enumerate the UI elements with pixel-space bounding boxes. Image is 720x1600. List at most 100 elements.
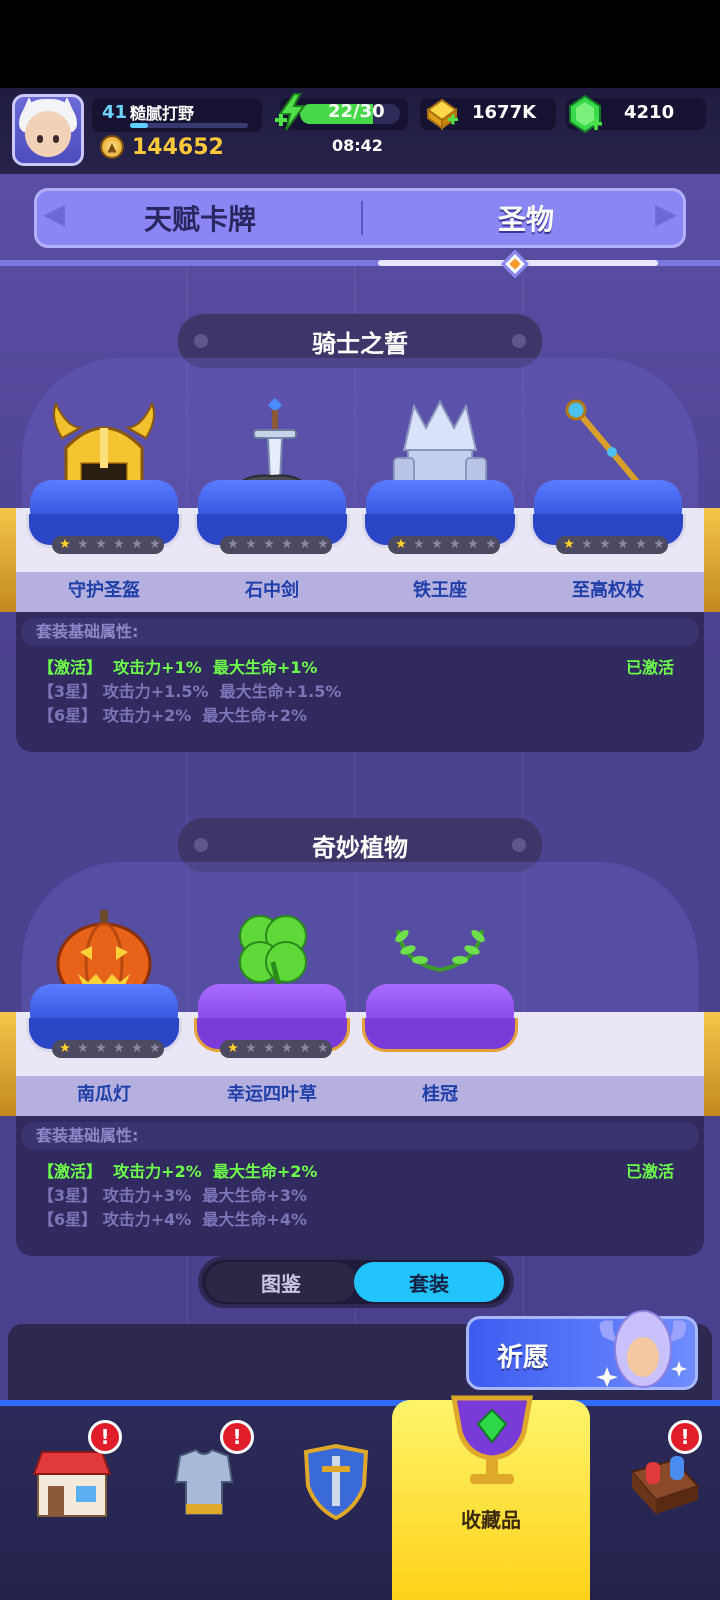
energy-value: 22/30 bbox=[328, 101, 385, 122]
blue-cushion: ★ ★ ★ ★ ★ ★ bbox=[194, 480, 350, 554]
tab-indicator-diamond bbox=[500, 249, 530, 279]
tab-talent-cards[interactable]: 天赋卡牌 bbox=[37, 191, 363, 245]
set-attributes-panel[interactable]: 套装基础属性: 【激活】 攻击力+2% 最大生命+2% 已激活 【3星】 攻击力… bbox=[16, 1116, 704, 1256]
shelf-edge bbox=[0, 508, 16, 612]
relic-name: 幸运四叶草 bbox=[227, 1084, 317, 1105]
power-value: 144652 bbox=[132, 134, 224, 160]
star-rating: ★ ★ ★ ★ ★ ★ bbox=[220, 536, 332, 554]
relic-collection-panel: ◀ ▶ 天赋卡牌 圣物 骑士之誓 ★ ★ ★ ★ ★ ★ 守护圣盔 ★ ★ ★ … bbox=[0, 174, 720, 1400]
star-icon: ★ bbox=[281, 537, 293, 552]
purple-cushion bbox=[362, 984, 518, 1056]
blue-cushion: ★ ★ ★ ★ ★ ★ bbox=[530, 480, 686, 554]
relic-name: 铁王座 bbox=[413, 580, 467, 601]
attribute-tag: 【激活】 bbox=[38, 658, 103, 677]
purple-cushion: ★ ★ ★ ★ ★ ★ bbox=[194, 984, 350, 1058]
star-icon: ★ bbox=[131, 1041, 143, 1056]
attribute-text: 攻击力+1% 最大生命+1% bbox=[113, 658, 318, 677]
relic-name: 守护圣盔 bbox=[68, 580, 140, 601]
blue-cushion: ★ ★ ★ ★ ★ ★ bbox=[26, 480, 182, 554]
relic-name: 至高权杖 bbox=[572, 580, 644, 601]
star-icon: ★ bbox=[317, 1041, 329, 1056]
nav-hero[interactable] bbox=[264, 1406, 408, 1600]
player-level: 41 bbox=[102, 102, 128, 123]
activated-status: 已激活 bbox=[625, 1162, 674, 1181]
nav-shop[interactable]: ! bbox=[0, 1406, 144, 1600]
star-icon: ★ bbox=[485, 537, 497, 552]
star-icon: ★ bbox=[317, 537, 329, 552]
banner-dot bbox=[512, 838, 526, 852]
cushion-base bbox=[362, 1018, 518, 1052]
toy-box-icon bbox=[630, 1456, 700, 1514]
activated-status: 已激活 bbox=[625, 658, 674, 677]
star-rating: ★ ★ ★ ★ ★ ★ bbox=[220, 1040, 332, 1058]
toggle-codex[interactable]: 图鉴 bbox=[206, 1262, 356, 1302]
bottom-navigation: ! ! 收藏品 ! bbox=[0, 1395, 720, 1600]
star-icon: ★ bbox=[131, 537, 143, 552]
xp-bar bbox=[130, 123, 248, 128]
player-info[interactable]: 41 糙腻打野 bbox=[92, 98, 262, 132]
avatar-eye bbox=[37, 135, 43, 143]
banner-dot bbox=[512, 334, 526, 348]
banner-dot bbox=[194, 334, 208, 348]
star-rating: ★ ★ ★ ★ ★ ★ bbox=[388, 536, 500, 554]
player-avatar[interactable] bbox=[12, 94, 84, 166]
combat-power: ▲ 144652 bbox=[100, 132, 224, 162]
toggle-set[interactable]: 套装 bbox=[354, 1262, 504, 1302]
star-icon: ★ bbox=[227, 537, 239, 552]
power-icon: ▲ bbox=[100, 135, 124, 159]
set-title: 奇妙植物 bbox=[312, 833, 408, 862]
shelf-edge bbox=[0, 1012, 16, 1116]
attribute-text: 攻击力+3% 最大生命+3% bbox=[102, 1186, 308, 1205]
category-tabs: ◀ ▶ 天赋卡牌 圣物 bbox=[34, 188, 686, 248]
attribute-tag: 【3星】 bbox=[38, 682, 98, 701]
star-icon: ★ bbox=[245, 1041, 257, 1056]
star-icon: ★ bbox=[413, 537, 425, 552]
avatar-face bbox=[25, 111, 71, 157]
attribute-text: 攻击力+2% 最大生命+2% bbox=[113, 1162, 318, 1181]
attribute-row: 【6星】 攻击力+4% 最大生命+4% bbox=[38, 1206, 307, 1230]
star-icon: ★ bbox=[281, 1041, 293, 1056]
top-header: 41 糙腻打野 ▲ 144652 22/30 08:42 1677K 4210 bbox=[0, 88, 720, 174]
energy-timer: 08:42 bbox=[332, 136, 383, 155]
notification-badge: ! bbox=[88, 1420, 122, 1454]
star-icon: ★ bbox=[431, 537, 443, 552]
star-icon: ★ bbox=[395, 537, 407, 552]
star-icon: ★ bbox=[653, 537, 665, 552]
player-name: 糙腻打野 bbox=[130, 104, 195, 123]
attribute-text: 攻击力+4% 最大生命+4% bbox=[102, 1210, 308, 1229]
nav-collection[interactable]: 收藏品 bbox=[392, 1395, 590, 1600]
relic-name: 桂冠 bbox=[422, 1084, 458, 1105]
shield-sword-icon bbox=[303, 1443, 369, 1521]
energy-counter[interactable]: 22/30 bbox=[275, 93, 408, 131]
attributes-header: 套装基础属性: bbox=[22, 1122, 698, 1150]
attribute-text: 攻击力+1.5% 最大生命+1.5% bbox=[102, 682, 342, 701]
attribute-row: 【3星】 攻击力+3% 最大生命+3% bbox=[38, 1182, 307, 1206]
gold-counter[interactable]: 1677K bbox=[420, 98, 556, 130]
view-toggle: 图鉴 套装 bbox=[198, 1256, 514, 1308]
notification-badge: ! bbox=[668, 1420, 702, 1454]
star-icon: ★ bbox=[149, 1041, 161, 1056]
star-rating: ★ ★ ★ ★ ★ ★ bbox=[52, 536, 164, 554]
trophy-cup-icon bbox=[451, 1395, 533, 1484]
gem-counter[interactable]: 4210 bbox=[566, 94, 706, 134]
relic-name: 南瓜灯 bbox=[77, 1084, 131, 1105]
avatar-eye bbox=[53, 135, 59, 143]
pray-button[interactable]: 祈愿 bbox=[466, 1310, 698, 1390]
xp-bar-fill bbox=[130, 123, 148, 128]
shelf-edge bbox=[704, 1012, 720, 1116]
blue-cushion: ★ ★ ★ ★ ★ ★ bbox=[26, 984, 182, 1058]
tab-relics[interactable]: 圣物 bbox=[363, 191, 689, 245]
star-icon: ★ bbox=[95, 537, 107, 552]
set-attributes-panel[interactable]: 套装基础属性: 【激活】 攻击力+1% 最大生命+1% 已激活 【3星】 攻击力… bbox=[16, 612, 704, 752]
star-icon: ★ bbox=[95, 1041, 107, 1056]
star-icon: ★ bbox=[299, 1041, 311, 1056]
star-rating: ★ ★ ★ ★ ★ ★ bbox=[556, 536, 668, 554]
nav-events[interactable]: ! bbox=[590, 1406, 720, 1600]
shop-icon bbox=[32, 1451, 112, 1517]
relic-name: 石中剑 bbox=[245, 580, 299, 601]
nav-equipment[interactable]: ! bbox=[132, 1406, 276, 1600]
star-icon: ★ bbox=[113, 1041, 125, 1056]
tab-underline bbox=[0, 260, 720, 266]
star-icon: ★ bbox=[59, 1041, 71, 1056]
energy-lightning-icon bbox=[275, 93, 306, 131]
